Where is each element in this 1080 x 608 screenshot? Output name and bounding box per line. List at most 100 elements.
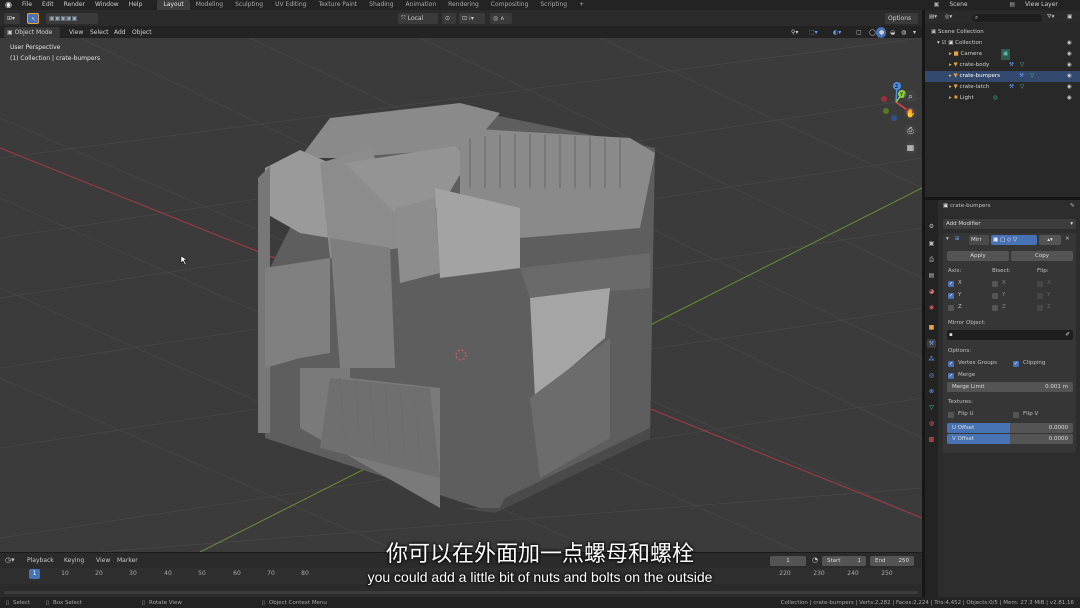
material-tab-icon[interactable]: ◍ xyxy=(927,419,936,428)
apply-button[interactable]: Apply xyxy=(947,251,1009,261)
shading-options-icon[interactable]: ▾ xyxy=(910,27,918,38)
camera-view-icon[interactable]: ⎙ xyxy=(904,124,917,137)
3d-viewport[interactable]: X Y Z User Perspective (1) Collection | … xyxy=(0,38,922,552)
add-modifier-dropdown[interactable]: Add Modifier ▾ xyxy=(943,219,1076,229)
menu-add[interactable]: Add xyxy=(111,27,129,38)
view-object-types-icon[interactable]: ⚲▾ xyxy=(788,27,806,38)
xray-icon[interactable]: ▢ xyxy=(853,27,863,38)
scene-tab-icon[interactable]: ◕ xyxy=(927,287,936,296)
shading-wireframe-icon[interactable]: ◯ xyxy=(866,27,876,38)
tab-layout[interactable]: Layout xyxy=(157,0,190,10)
outliner-item-crate-body[interactable]: ▸ ▼ crate-body ⚒ ▽ ◉ xyxy=(925,60,1080,71)
menu-edit[interactable]: Edit xyxy=(37,0,59,10)
outliner-scene-collection[interactable]: ▣ Scene Collection xyxy=(925,27,1080,38)
flip-v-checkbox[interactable] xyxy=(1013,412,1019,418)
tab-animation[interactable]: Animation xyxy=(400,0,443,10)
copy-button[interactable]: Copy xyxy=(1011,251,1073,261)
tab-shading[interactable]: Shading xyxy=(363,0,399,10)
area-divider-vertical[interactable] xyxy=(922,10,925,597)
outliner-editor-icon[interactable]: ▤▾ xyxy=(929,14,937,20)
outliner-item-crate-bumpers[interactable]: ▸ ▼ crate-bumpers ⚒ ▽ ◉ xyxy=(925,71,1080,82)
overlay-toggle-icon[interactable]: ◐▾ xyxy=(830,27,850,38)
mirror-object-field[interactable]: ▪ ✐ xyxy=(947,330,1073,340)
visibility-eye-icon[interactable]: ◉ xyxy=(1067,49,1072,60)
add-workspace-button[interactable]: + xyxy=(573,0,590,10)
menu-window[interactable]: Window xyxy=(90,0,124,10)
eyedropper-icon[interactable]: ✐ xyxy=(1065,330,1070,340)
visibility-eye-icon[interactable]: ◉ xyxy=(1067,93,1072,104)
tool-tab-icon[interactable]: ⚙ xyxy=(927,222,936,231)
tab-scripting[interactable]: Scripting xyxy=(534,0,573,10)
tab-modeling[interactable]: Modeling xyxy=(190,0,229,10)
outliner-item-light[interactable]: ▸ ✺ Light ◎ ◉ xyxy=(925,93,1080,104)
menu-view[interactable]: View xyxy=(66,27,86,38)
axis-y-checkbox[interactable]: ✓ xyxy=(948,293,954,299)
u-offset-field[interactable]: U Offset 0.0000 xyxy=(947,423,1073,433)
menu-help[interactable]: Help xyxy=(124,0,148,10)
shading-rendered-icon[interactable]: ◍ xyxy=(898,27,908,38)
outliner-item-camera[interactable]: ▸ ■ Camera ▣ ◉ xyxy=(925,49,1080,60)
filter-icon[interactable]: ⛛▾ xyxy=(1047,12,1054,23)
physics-tab-icon[interactable]: ◎ xyxy=(927,371,936,380)
transform-orientation-select[interactable]: ⤧ Local xyxy=(398,13,438,24)
flip-x-checkbox[interactable] xyxy=(1037,281,1043,287)
merge-checkbox[interactable]: ✓ xyxy=(948,373,954,379)
constraints-tab-icon[interactable]: ⊗ xyxy=(927,387,936,396)
gizmo-toggle-icon[interactable]: ⬚▾ xyxy=(806,27,826,38)
tab-sculpting[interactable]: Sculpting xyxy=(229,0,269,10)
modifier-name-field[interactable]: Mirr xyxy=(969,235,989,245)
flip-y-checkbox[interactable] xyxy=(1037,293,1043,299)
tab-texture-paint[interactable]: Texture Paint xyxy=(312,0,363,10)
visibility-eye-icon[interactable]: ◉ xyxy=(1067,60,1072,71)
shading-material-icon[interactable]: ◒ xyxy=(887,27,897,38)
mode-select[interactable]: ▣ Object Mode xyxy=(4,27,60,38)
pan-hand-icon[interactable]: ✋ xyxy=(904,107,917,120)
world-tab-icon[interactable]: ◉ xyxy=(927,303,936,312)
timeline-scrollbar[interactable] xyxy=(4,591,918,594)
axis-x-checkbox[interactable]: ✓ xyxy=(948,281,954,287)
pin-icon[interactable]: ✎ xyxy=(1070,203,1075,209)
bisect-y-checkbox[interactable] xyxy=(992,293,998,299)
visibility-eye-icon[interactable]: ◉ xyxy=(1067,71,1072,82)
bisect-z-checkbox[interactable] xyxy=(992,305,998,311)
outliner-search-input[interactable]: ⌕ xyxy=(972,14,1042,22)
menu-object[interactable]: Object xyxy=(129,27,155,38)
snap-icon[interactable]: ⊡ ⁞▾ xyxy=(459,13,485,24)
pivot-point-icon[interactable]: ⊙ xyxy=(442,13,456,24)
options-dropdown[interactable]: Options xyxy=(885,13,918,24)
scene-selector[interactable]: Scene xyxy=(944,0,1004,10)
proportional-edit-icon[interactable]: ◎ ∧ xyxy=(490,13,512,24)
modifier-tab-icon[interactable]: ⚒ xyxy=(927,339,936,348)
view-layer-tab-icon[interactable]: ▤ xyxy=(927,271,936,280)
flip-u-checkbox[interactable] xyxy=(948,412,954,418)
tab-compositing[interactable]: Compositing xyxy=(485,0,535,10)
flip-z-checkbox[interactable] xyxy=(1037,305,1043,311)
editor-type-icon[interactable]: ⊞▾ xyxy=(4,13,20,24)
zoom-icon[interactable]: ⌕ xyxy=(904,90,917,103)
v-offset-field[interactable]: V Offset 0.0000 xyxy=(947,434,1073,444)
menu-select[interactable]: Select xyxy=(87,27,112,38)
texture-tab-icon[interactable]: ▩ xyxy=(927,435,936,444)
menu-file[interactable]: File xyxy=(17,0,37,10)
bisect-x-checkbox[interactable] xyxy=(992,281,998,287)
view-layer-icon[interactable]: ▤ xyxy=(1004,0,1020,10)
new-collection-icon[interactable]: ▣ xyxy=(1067,12,1072,23)
blender-logo-icon[interactable]: ◉ xyxy=(0,0,17,10)
modifier-move-buttons[interactable]: ▴▾ xyxy=(1039,235,1061,245)
render-tab-icon[interactable]: ▣ xyxy=(927,239,936,248)
modifier-display-toggles[interactable]: ▣ ▢ ◇ ▽ xyxy=(991,235,1037,245)
merge-limit-field[interactable]: Merge Limit 0.001 m xyxy=(947,382,1073,392)
axis-z-checkbox[interactable]: ✓ xyxy=(948,305,954,311)
expand-icon[interactable]: ▾ ☑ xyxy=(937,40,948,46)
outliner-item-crate-latch[interactable]: ▸ ▼ crate-latch ⚒ ▽ ◉ xyxy=(925,82,1080,93)
view-layer-selector[interactable]: View Layer xyxy=(1020,0,1080,10)
selection-mode-icons[interactable]: ▣▣▣▣▣ xyxy=(46,13,98,24)
visibility-eye-icon[interactable]: ◉ xyxy=(1067,82,1072,93)
crate-model[interactable] xyxy=(258,103,655,513)
scene-icon[interactable]: ▣ xyxy=(929,0,945,10)
modifier-delete-icon[interactable]: ✕ xyxy=(1065,236,1070,242)
area-divider-horizontal[interactable] xyxy=(925,197,1080,200)
display-mode-icon[interactable]: ◎▾ xyxy=(945,14,953,20)
output-tab-icon[interactable]: ⎙ xyxy=(927,255,936,264)
tab-uv-editing[interactable]: UV Editing xyxy=(269,0,312,10)
